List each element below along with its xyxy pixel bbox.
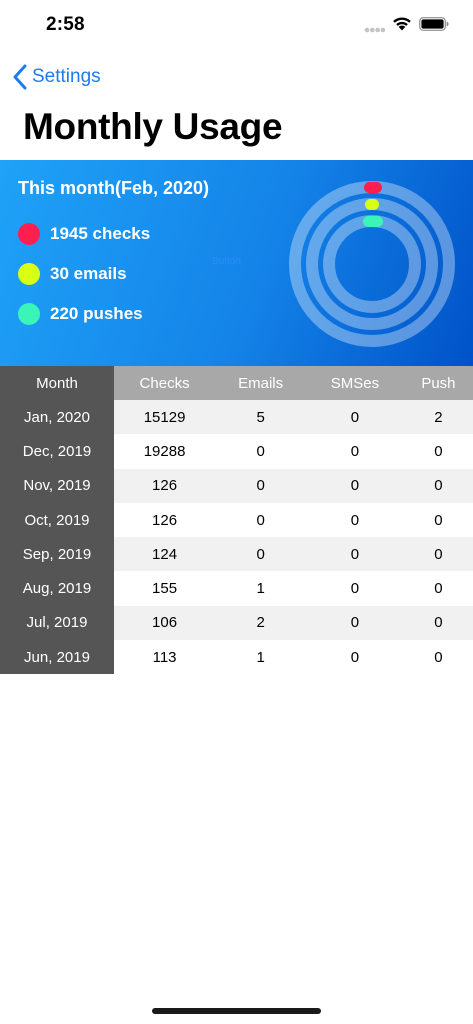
cell-push: 0 [403,640,473,675]
cell-month: Sep, 2019 [0,537,114,572]
cell-push: 0 [403,468,473,503]
cell-smses: 0 [306,605,404,641]
table-row: Sep, 2019 124 0 0 0 [0,537,473,572]
cell-push: 0 [403,571,473,606]
cell-checks: 124 [114,537,216,572]
table-row: Dec, 2019 19288 0 0 0 [0,434,473,469]
table-row: Aug, 2019 155 1 0 0 [0,571,473,606]
cellular-signal-icon [364,27,386,33]
cell-month: Aug, 2019 [0,571,114,606]
summary-title: This month(Feb, 2020) [18,178,210,198]
cell-month: Oct, 2019 [0,502,114,538]
cell-checks: 15129 [114,400,216,435]
battery-icon [419,17,449,31]
header-push: Push [403,366,473,400]
cell-push: 0 [403,537,473,572]
cell-checks: 155 [114,571,216,606]
cell-checks: 126 [114,468,216,503]
legend-item-emails: 30 emails [18,263,127,285]
header-checks: Checks [114,366,216,400]
status-time: 2:58 [46,14,85,35]
legend-label-emails: 30 emails [50,264,127,283]
legend-item-pushes: 220 pushes [18,303,143,325]
cell-month: Jul, 2019 [0,605,114,641]
cell-emails: 0 [215,537,307,572]
table-header-row: Month Checks Emails SMSes Push [0,366,473,400]
chevron-left-icon [13,64,27,90]
cell-push: 2 [403,400,473,435]
cell-checks: 113 [114,640,216,675]
cell-push: 0 [403,434,473,469]
cell-month: Jan, 2020 [0,400,114,435]
cell-smses: 0 [306,400,404,435]
cell-checks: 126 [114,502,216,538]
cell-smses: 0 [306,640,404,675]
header-emails: Emails [215,366,307,400]
legend-label-pushes: 220 pushes [50,304,143,323]
header-month: Month [0,366,114,400]
table-row: Nov, 2019 126 0 0 0 [0,468,473,503]
center-button[interactable]: Button [212,256,241,267]
cell-smses: 0 [306,468,404,503]
status-bar: 2:58 [0,0,473,52]
checks-dot-icon [18,223,40,245]
ring-progress-pushes [363,216,383,227]
cell-month: Nov, 2019 [0,468,114,503]
pushes-dot-icon [18,303,40,325]
cell-emails: 2 [215,605,307,641]
cell-push: 0 [403,605,473,641]
cell-checks: 19288 [114,434,216,469]
cell-month: Jun, 2019 [0,640,114,675]
cell-emails: 5 [215,400,307,435]
emails-dot-icon [18,263,40,285]
cell-emails: 0 [215,502,307,538]
home-indicator[interactable] [152,1008,321,1014]
table-row: Jun, 2019 113 1 0 0 [0,640,473,675]
activity-rings [289,181,455,347]
summary-card: This month(Feb, 2020) 1945 checks 30 ema… [0,160,473,366]
cell-emails: 0 [215,468,307,503]
wifi-icon [393,17,411,31]
cell-emails: 1 [215,571,307,606]
cell-checks: 106 [114,605,216,641]
cell-smses: 0 [306,434,404,469]
legend-label-checks: 1945 checks [50,224,151,243]
cell-emails: 0 [215,434,307,469]
cell-emails: 1 [215,640,307,675]
table-row: Jul, 2019 106 2 0 0 [0,605,473,641]
table-row: Oct, 2019 126 0 0 0 [0,502,473,538]
cell-smses: 0 [306,571,404,606]
header-smses: SMSes [306,366,404,400]
cell-smses: 0 [306,502,404,538]
table-row: Jan, 2020 15129 5 0 2 [0,400,473,435]
back-button-label: Settings [32,66,101,87]
cell-month: Dec, 2019 [0,434,114,469]
cell-smses: 0 [306,537,404,572]
legend-item-checks: 1945 checks [18,223,150,245]
ring-progress-checks [364,182,382,193]
ring-progress-emails [365,199,379,210]
page-title: Monthly Usage [23,106,283,147]
back-button[interactable]: Settings [12,62,101,92]
usage-table: Month Checks Emails SMSes Push Jan, 2020… [0,366,473,675]
cell-push: 0 [403,502,473,538]
